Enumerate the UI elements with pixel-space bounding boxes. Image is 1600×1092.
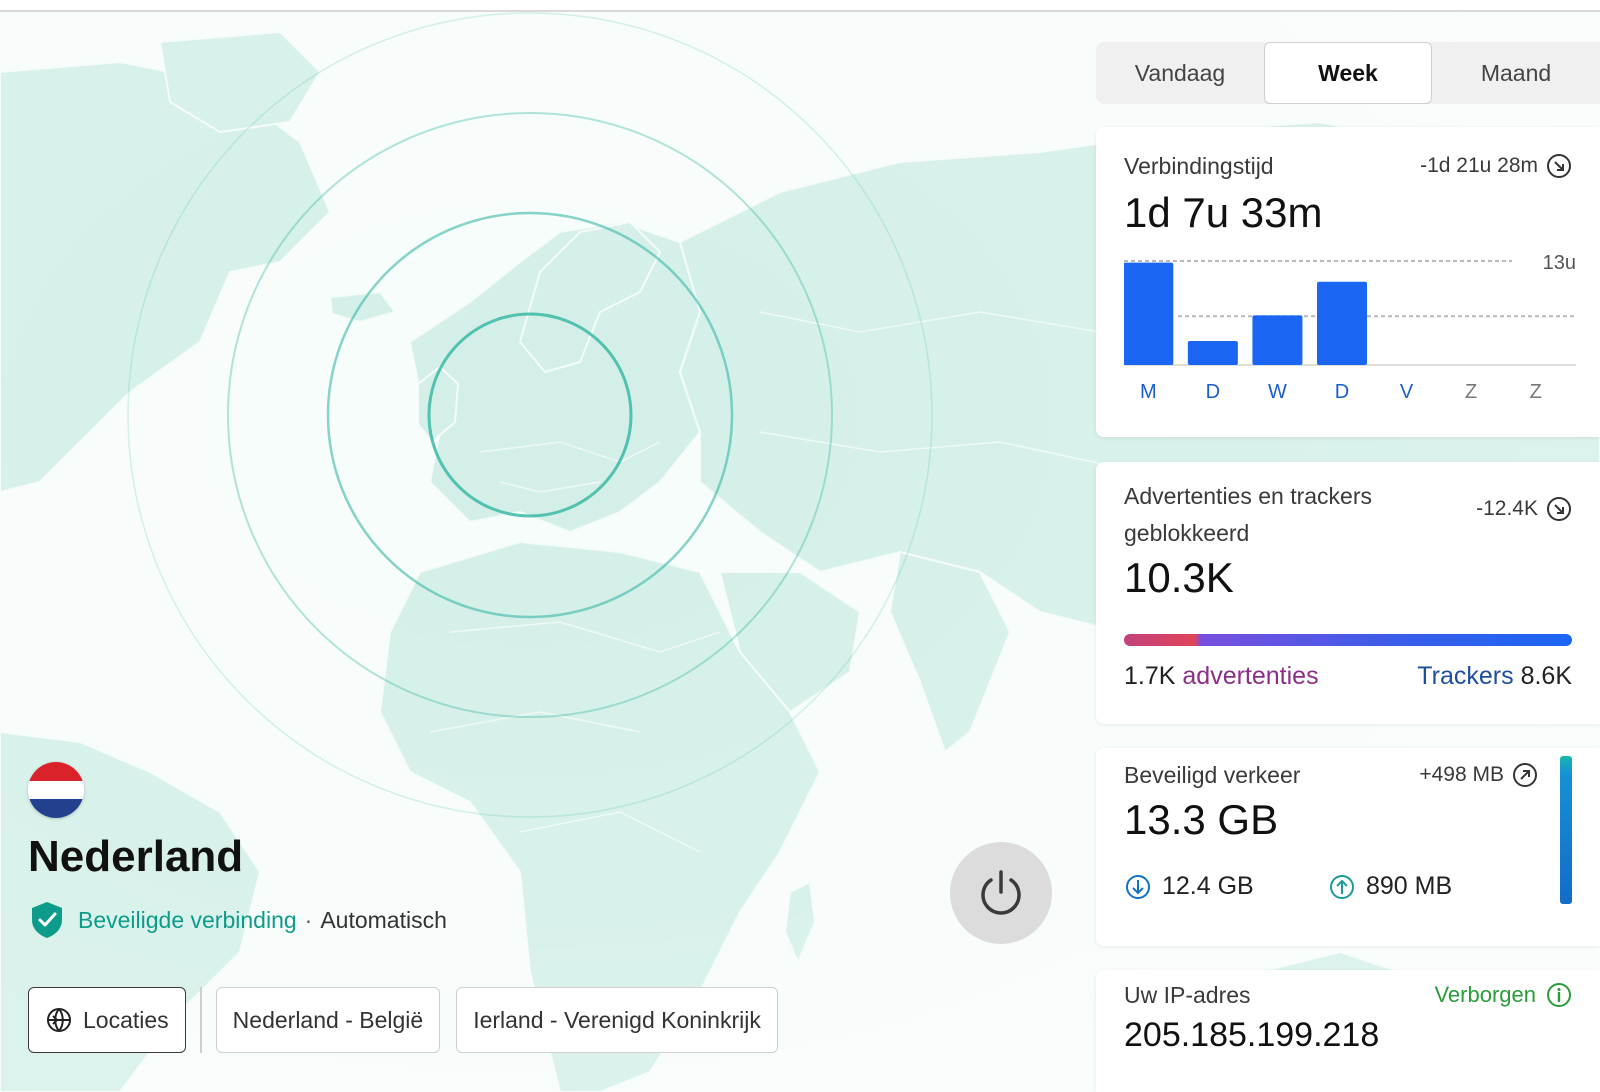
location-chips: Locaties Nederland - België Ierland - Ve…: [28, 987, 778, 1053]
download-icon: [1126, 874, 1150, 899]
ads-count-label: advertenties: [1182, 662, 1319, 690]
power-icon: [981, 870, 1021, 915]
chart-bar-3[interactable]: [1317, 281, 1367, 365]
chart-day-label-3: D: [1335, 381, 1349, 403]
ip-address-title: Uw IP-adres: [1124, 982, 1251, 1008]
tab-week[interactable]: Week: [1264, 42, 1432, 104]
ads-trackers-delta-value: -12.4K: [1476, 497, 1538, 520]
ads-trackers-bar: [1124, 634, 1572, 646]
arrow-up-right-icon: [1513, 763, 1537, 787]
tab-month[interactable]: Maand: [1432, 42, 1600, 104]
chart-day-label-5: Z: [1465, 381, 1477, 403]
ads-trackers-title: Advertenties en trackers geblokkeerd: [1124, 483, 1373, 546]
ip-address-card: Uw IP-adres Verborgen 205.185.199.218: [1096, 970, 1600, 1092]
secure-connection-label: Beveiligde verbinding: [78, 906, 297, 933]
globe-arrow-icon: [47, 1008, 71, 1032]
secure-traffic-value: 13.3 GB: [1124, 796, 1279, 843]
ip-hidden-status: Verborgen: [1434, 982, 1572, 1008]
arrow-down-right-icon: [1547, 497, 1571, 521]
info-icon[interactable]: [1546, 982, 1572, 1008]
ads-count: 1.7K advertenties: [1124, 662, 1319, 691]
recent-location-2-label: Ierland - Verenigd Koninkrijk: [473, 1006, 761, 1033]
trackers-count-label: Trackers: [1417, 662, 1514, 690]
connection-time-delta: -1d 21u 28m: [1420, 153, 1572, 179]
chips-divider: [199, 987, 202, 1053]
recent-location-2[interactable]: Ierland - Verenigd Koninkrijk: [456, 987, 778, 1053]
chart-bar-1[interactable]: [1187, 341, 1238, 365]
recent-location-1-label: Nederland - België: [232, 1006, 424, 1033]
netherlands-flag-icon: [28, 762, 84, 818]
power-button[interactable]: [950, 842, 1052, 944]
chart-max-label: 13u: [1543, 255, 1576, 274]
download-amount-value: 12.4 GB: [1162, 872, 1254, 900]
chart-day-label-1: D: [1206, 381, 1220, 403]
connection-time-value: 1d 7u 33m: [1124, 189, 1323, 236]
shield-check-icon: [32, 902, 62, 938]
protocol-mode-label: Automatisch: [320, 906, 447, 933]
connection-status: Beveiligde verbinding · Automatisch: [28, 900, 447, 940]
ip-hidden-label: Verborgen: [1434, 982, 1536, 1007]
tab-today[interactable]: Vandaag: [1096, 42, 1264, 104]
download-amount: 12.4 GB: [1124, 872, 1254, 901]
traffic-level-bar: [1560, 756, 1572, 904]
arrow-down-right-icon: [1547, 154, 1571, 178]
connection-time-title: Verbindingstijd: [1124, 153, 1274, 179]
secure-traffic-delta: +498 MB: [1419, 762, 1538, 788]
recent-location-1[interactable]: Nederland - België: [215, 987, 441, 1053]
upload-amount: 890 MB: [1328, 872, 1452, 901]
trackers-count-value: 8.6K: [1520, 662, 1572, 690]
chart-bar-2[interactable]: [1252, 315, 1303, 365]
connection-time-card: Verbindingstijd -1d 21u 28m 1d 7u 33m 13…: [1096, 127, 1600, 437]
upload-amount-value: 890 MB: [1366, 872, 1453, 900]
status-separator: ·: [304, 906, 313, 933]
connection-time-delta-value: -1d 21u 28m: [1420, 154, 1538, 177]
ads-trackers-card: Advertenties en trackers geblokkeerd -12…: [1096, 462, 1600, 724]
chart-day-label-0: M: [1140, 381, 1157, 403]
locations-button[interactable]: Locaties: [28, 987, 186, 1053]
country-name: Nederland: [28, 832, 244, 881]
ads-trackers-value: 10.3K: [1124, 554, 1234, 601]
chart-bar-0[interactable]: [1124, 262, 1174, 365]
period-tabs: Vandaag Week Maand: [1096, 42, 1600, 104]
chart-day-label-4: V: [1400, 381, 1414, 403]
upload-icon: [1330, 874, 1354, 899]
secure-traffic-title: Beveiligd verkeer: [1124, 762, 1301, 788]
ads-count-value: 1.7K: [1124, 662, 1176, 690]
ads-trackers-delta: -12.4K: [1476, 496, 1572, 522]
ip-address-value: 205.185.199.218: [1124, 1016, 1380, 1054]
locations-button-label: Locaties: [83, 1006, 169, 1033]
chart-day-label-6: Z: [1530, 381, 1542, 403]
trackers-count: Trackers 8.6K: [1417, 662, 1572, 691]
connection-time-chart: 13u M D W D V Z Z: [1124, 255, 1576, 403]
secure-traffic-delta-value: +498 MB: [1419, 763, 1504, 786]
chart-day-label-2: W: [1268, 381, 1287, 403]
secure-traffic-card: Beveiligd verkeer +498 MB 13.3 GB 12.4 G…: [1096, 748, 1600, 946]
